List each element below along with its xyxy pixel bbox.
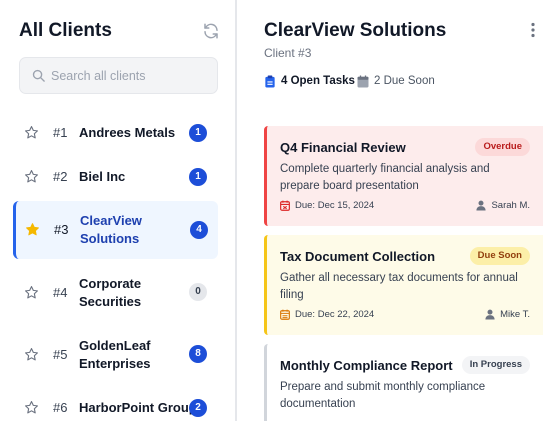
client-number: #1 xyxy=(53,125,68,140)
task-description: Gather all necessary tax documents for a… xyxy=(280,272,518,301)
task-title: Monthly Compliance Report xyxy=(280,358,453,373)
task-assignee: Mike T. xyxy=(485,309,530,320)
star-filled-icon[interactable] xyxy=(25,222,40,237)
client-number: #2 xyxy=(53,169,68,184)
task-due-text: Due: Dec 22, 2024 xyxy=(295,309,375,320)
task-count-badge: 8 xyxy=(189,345,207,363)
kebab-icon[interactable] xyxy=(530,22,536,38)
client-number: #5 xyxy=(53,347,68,362)
client-number: #3 xyxy=(54,222,69,237)
client-subtitle: Client #3 xyxy=(264,46,312,60)
client-sidebar: All Clients #1 Andrees Metals 1 #2 Biel … xyxy=(0,0,234,421)
open-tasks-stat: 4 Open Tasks xyxy=(264,74,355,88)
star-icon[interactable] xyxy=(24,285,39,300)
task-description: Prepare and submit monthly compliance do… xyxy=(280,381,486,410)
star-icon[interactable] xyxy=(24,347,39,362)
client-title: ClearView Solutions xyxy=(264,20,447,41)
open-tasks-text: 4 Open Tasks xyxy=(281,75,355,87)
task-due-date: Due: Dec 22, 2024 xyxy=(280,309,374,320)
task-assignee-name: Mike T. xyxy=(500,309,530,320)
client-item-goldenleaf-enterprises[interactable]: #5 GoldenLeaf Enterprises 8 xyxy=(13,334,218,376)
client-item-biel-inc[interactable]: #2 Biel Inc 1 xyxy=(13,162,218,192)
search-input[interactable] xyxy=(51,67,211,85)
calendar-icon xyxy=(280,200,290,211)
client-number: #6 xyxy=(53,400,68,415)
client-name: GoldenLeaf Enterprises xyxy=(79,338,151,371)
client-name: Corporate Securities xyxy=(79,276,142,309)
client-name: HarborPoint Group xyxy=(79,400,197,415)
client-name: Biel Inc xyxy=(79,169,126,184)
task-assignee: Sarah M. xyxy=(476,200,530,211)
due-soon-text: 2 Due Soon xyxy=(374,75,435,87)
task-count-badge: 4 xyxy=(190,221,208,239)
task-title: Tax Document Collection xyxy=(280,249,436,264)
client-name: Andrees Metals xyxy=(79,125,176,140)
search-box xyxy=(19,57,218,94)
task-card-monthly-compliance-report[interactable]: Monthly Compliance Report In Progress Pr… xyxy=(264,344,543,421)
star-icon[interactable] xyxy=(24,169,39,184)
task-card-q4-financial-review[interactable]: Q4 Financial Review Overdue Complete qua… xyxy=(264,126,543,226)
client-item-harborpoint-group[interactable]: #6 HarborPoint Group 2 xyxy=(13,393,218,421)
status-badge-overdue: Overdue xyxy=(475,138,530,156)
task-due-text: Due: Dec 15, 2024 xyxy=(295,200,375,211)
task-count-badge: 1 xyxy=(189,124,207,142)
clipboard-icon xyxy=(265,74,275,88)
due-soon-stat: 2 Due Soon xyxy=(357,74,435,88)
calendar-icon xyxy=(357,75,369,87)
client-item-corporate-securities[interactable]: #4 Corporate Securities 0 xyxy=(13,272,218,314)
task-title: Q4 Financial Review xyxy=(280,140,406,155)
task-count-badge: 2 xyxy=(189,399,207,417)
star-icon[interactable] xyxy=(24,400,39,415)
task-card-tax-document-collection[interactable]: Tax Document Collection Due Soon Gather … xyxy=(264,235,543,335)
client-item-andrees-metals[interactable]: #1 Andrees Metals 1 xyxy=(13,118,218,148)
user-icon xyxy=(476,200,487,211)
status-badge-in-progress: In Progress xyxy=(461,356,530,374)
client-number: #4 xyxy=(53,285,68,300)
star-icon[interactable] xyxy=(24,125,39,140)
task-count-badge: 1 xyxy=(189,168,207,186)
task-count-badge: 0 xyxy=(189,283,207,301)
client-detail-panel: ClearView Solutions Client #3 4 Open Tas… xyxy=(237,0,543,421)
user-icon xyxy=(485,309,495,320)
task-description: Complete quarterly financial analysis an… xyxy=(280,163,490,192)
sidebar-title: All Clients xyxy=(19,20,112,41)
task-assignee-name: Sarah M. xyxy=(491,200,530,211)
client-item-clearview-solutions[interactable]: #3 ClearView Solutions 4 xyxy=(13,201,218,259)
status-badge-due-soon: Due Soon xyxy=(469,247,530,265)
calendar-icon xyxy=(280,309,290,320)
task-due-date: Due: Dec 15, 2024 xyxy=(280,200,374,211)
search-icon xyxy=(32,69,45,82)
refresh-icon[interactable] xyxy=(202,22,220,40)
client-name: ClearView Solutions xyxy=(80,213,142,246)
